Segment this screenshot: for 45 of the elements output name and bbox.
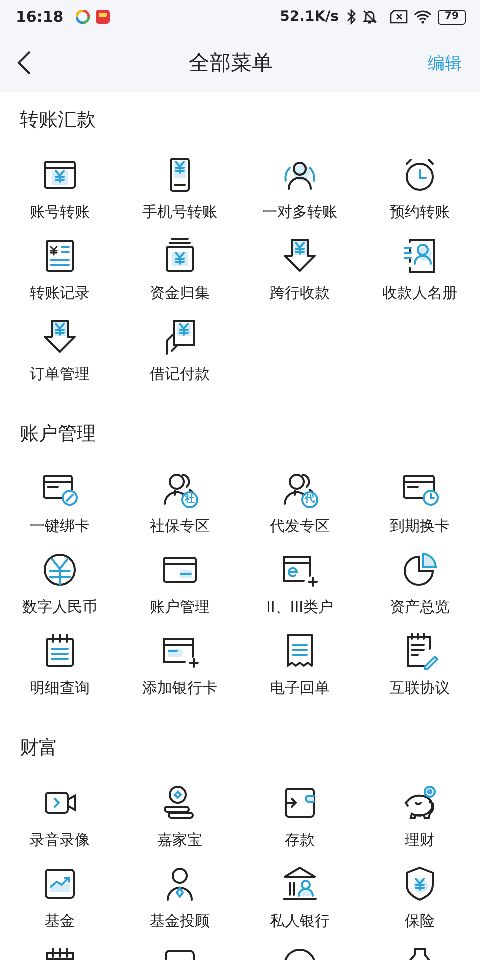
menu-item[interactable]: 社 社保专区 [120, 462, 240, 543]
menu-item[interactable]: 订单管理 [0, 310, 120, 391]
section-heading: 财富 [19, 736, 59, 761]
mute-bell-icon [362, 9, 378, 25]
menu-item[interactable]: 添加银行卡 [120, 624, 240, 705]
section-heading: 转账汇款 [19, 108, 97, 133]
menu-item[interactable]: 转账记录 [0, 229, 120, 310]
bluetooth-icon [347, 9, 356, 25]
menu-item[interactable]: 一键绑卡 [0, 462, 120, 543]
menu-item[interactable]: 录音录像 [0, 776, 120, 857]
network-speed: 52.1K/s [280, 9, 339, 25]
menu-item[interactable]: 一对多转账 [240, 148, 360, 229]
sim-icon [390, 10, 408, 24]
menu-item[interactable]: 跨行收款 [240, 229, 360, 310]
menu-item[interactable]: 到期换卡 [360, 462, 480, 543]
menu-item[interactable]: 资金归集 [120, 229, 240, 310]
menu-item[interactable]: 账号转账 [0, 148, 120, 229]
menu-item[interactable]: II、III类户 [240, 543, 360, 624]
badge-label: 社 [184, 492, 196, 507]
pinwheel-icon [76, 10, 90, 24]
menu-item[interactable]: 存款 [240, 776, 360, 857]
menu-item[interactable]: 基金投顾 [120, 857, 240, 938]
menu-item[interactable]: 基金 [0, 857, 120, 938]
menu-item[interactable]: 电子回单 [240, 624, 360, 705]
section-heading: 账户管理 [19, 422, 97, 447]
shopping-app-icon [96, 10, 110, 24]
menu-item[interactable]: 收款人名册 [360, 229, 480, 310]
battery-indicator: 79 [438, 10, 466, 24]
menu-item[interactable]: 资产总览 [360, 543, 480, 624]
menu-item[interactable]: 借记付款 [120, 310, 240, 391]
menu-item[interactable]: 数字人民币 [0, 543, 120, 624]
menu-item[interactable]: 理财 [360, 776, 480, 857]
page-title: 全部菜单 [188, 50, 274, 77]
menu-item[interactable]: 互联协议 [360, 624, 480, 705]
menu-item[interactable]: 预约转账 [360, 148, 480, 229]
menu-item[interactable]: 手机号转账 [120, 148, 240, 229]
clock-time: 16:18 [16, 8, 64, 26]
wifi-icon [414, 10, 432, 24]
badge-label: 代 [304, 492, 316, 507]
menu-item[interactable]: 嘉家宝 [120, 776, 240, 857]
menu-item[interactable]: 代 代发专区 [240, 462, 360, 543]
menu-item[interactable]: 账户管理 [120, 543, 240, 624]
menu-item[interactable]: 私人银行 [240, 857, 360, 938]
menu-item[interactable]: 明细查询 [0, 624, 120, 705]
menu-item[interactable]: 保险 [360, 857, 480, 938]
